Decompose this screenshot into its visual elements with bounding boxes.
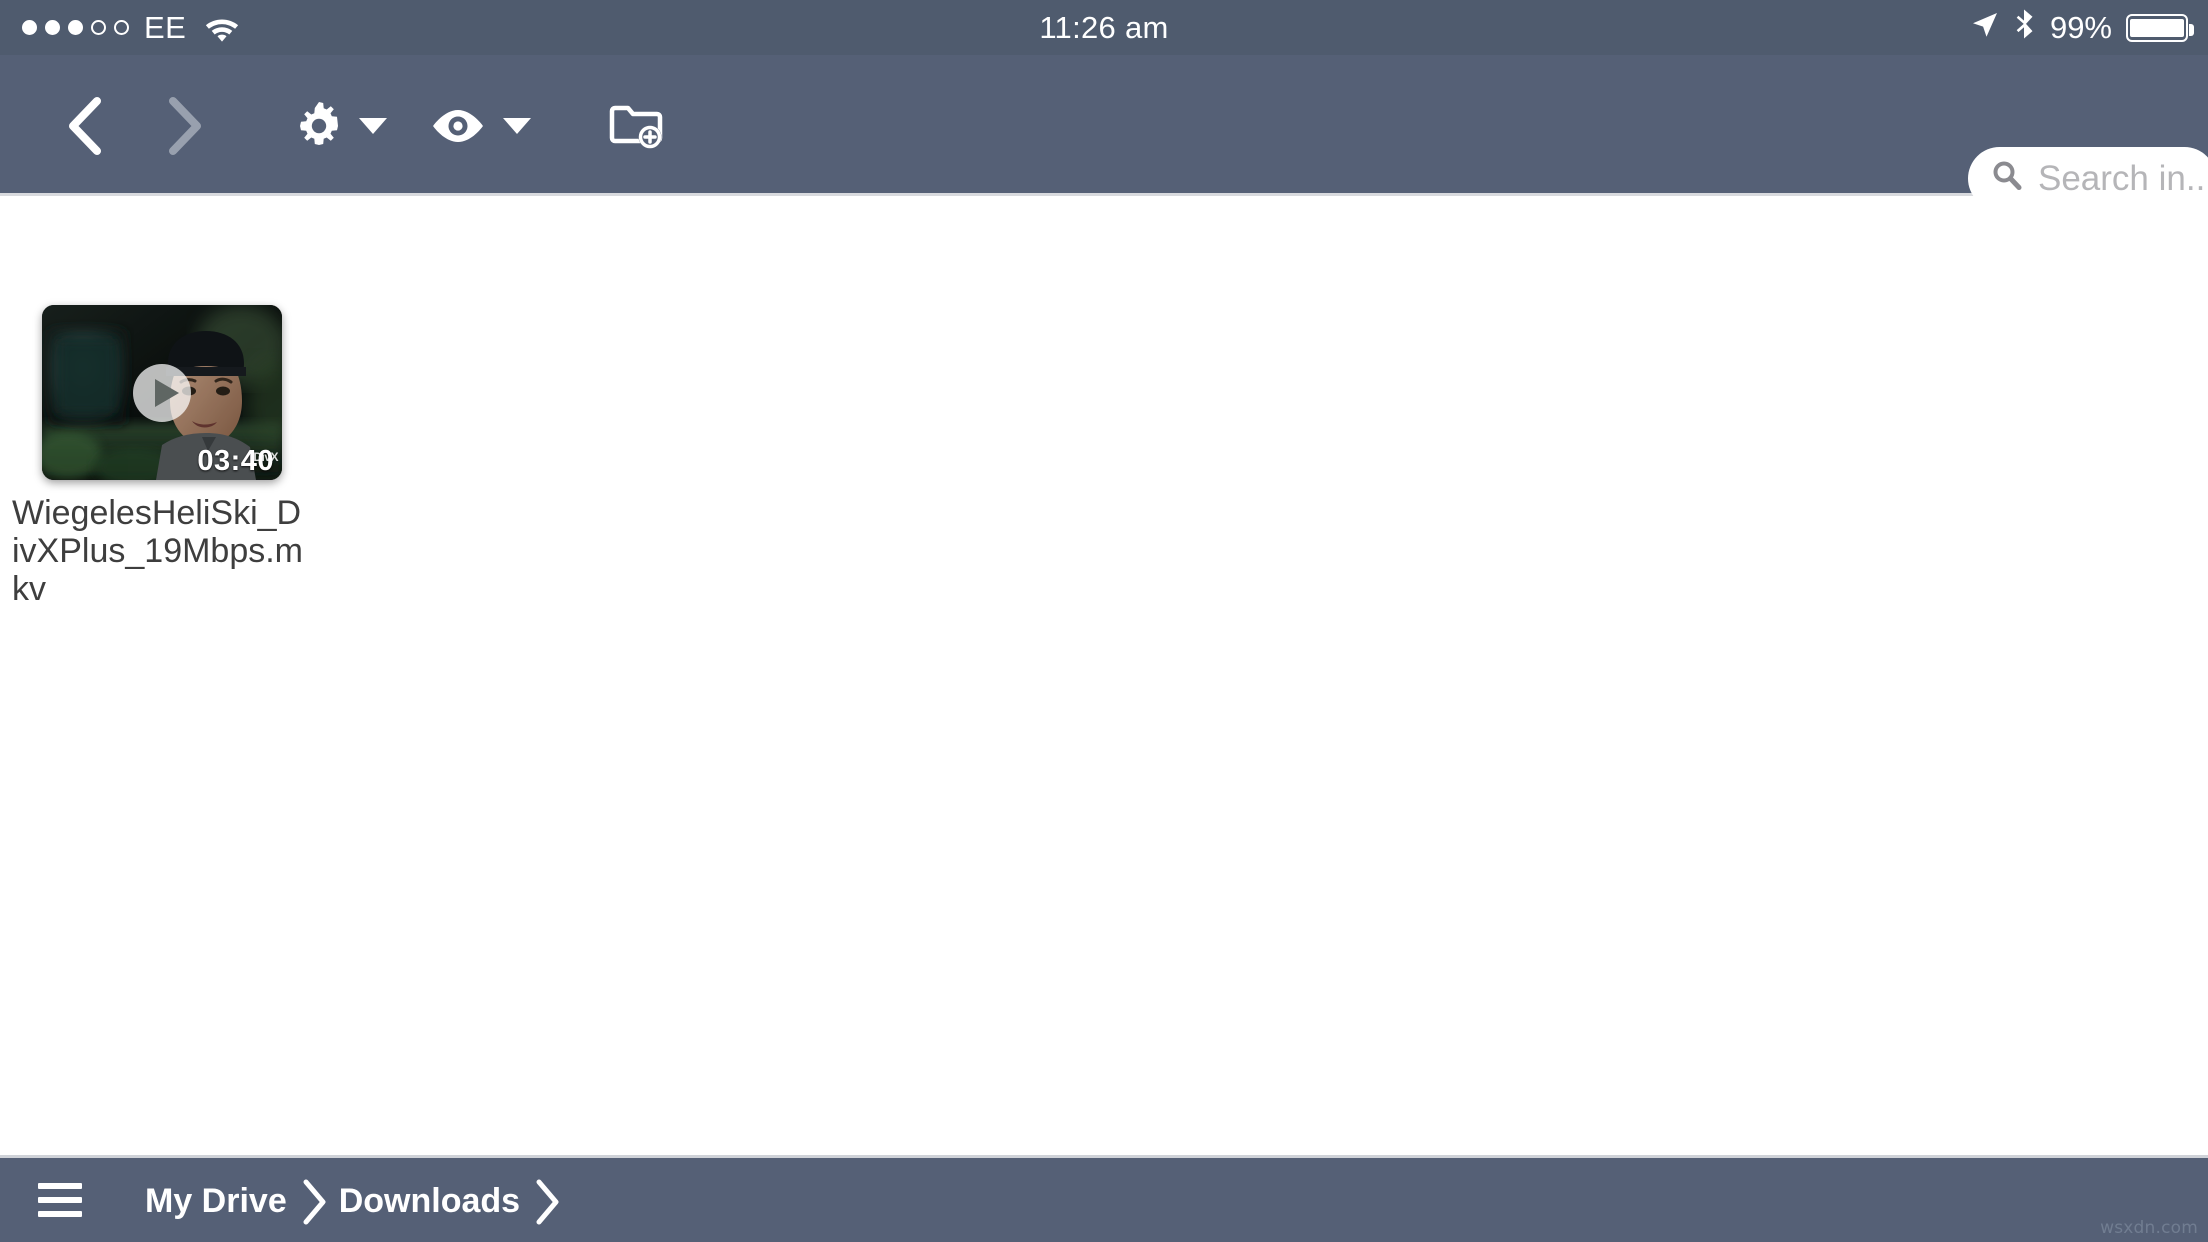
settings-dropdown-caret[interactable] xyxy=(359,117,387,134)
status-bar-right: 99% xyxy=(1970,0,2194,55)
bottom-bar: My Drive Downloads wsxdn.com xyxy=(0,1155,2208,1242)
file-name-label: WiegelesHeliSki_DivXPlus_19Mbps.mkv xyxy=(12,494,304,609)
gear-icon xyxy=(300,101,338,145)
bluetooth-icon xyxy=(2014,8,2036,47)
view-options-button[interactable] xyxy=(420,55,540,196)
location-arrow-icon xyxy=(1970,10,2000,45)
play-icon[interactable] xyxy=(131,362,193,424)
battery-icon xyxy=(2126,13,2194,42)
chevron-left-icon xyxy=(69,96,101,155)
file-item[interactable]: DivX 03:40 WiegelesHeliSki_DivXPlus_19Mb… xyxy=(8,305,328,608)
view-dropdown-caret[interactable] xyxy=(503,117,531,134)
forward-button[interactable] xyxy=(148,55,218,196)
breadcrumb: My Drive Downloads xyxy=(145,1158,572,1242)
back-button[interactable] xyxy=(48,55,118,196)
status-bar-clock: 11:26 am xyxy=(0,0,2208,55)
video-thumbnail[interactable]: DivX 03:40 xyxy=(42,305,282,480)
breadcrumb-separator-icon xyxy=(301,1179,327,1225)
search-icon xyxy=(1990,159,2024,198)
new-folder-icon xyxy=(609,105,663,148)
file-browser-app: EE 11:26 am 99% Search in... DivX 03:40 … xyxy=(0,0,2208,1242)
eye-icon xyxy=(433,109,483,142)
new-folder-button[interactable] xyxy=(592,55,682,196)
settings-button[interactable] xyxy=(286,55,396,196)
status-bar: EE 11:26 am 99% xyxy=(0,0,2208,55)
toolbar xyxy=(0,55,2208,210)
file-list-area: DivX 03:40 WiegelesHeliSki_DivXPlus_19Mb… xyxy=(0,199,2208,1155)
site-watermark: wsxdn.com xyxy=(2100,1218,2198,1238)
battery-percent-label: 99% xyxy=(2049,9,2112,45)
hamburger-menu-icon[interactable] xyxy=(38,1175,82,1225)
breadcrumb-separator-icon-2 xyxy=(534,1179,560,1225)
divx-badge: DivX xyxy=(253,450,278,464)
breadcrumb-item-my-drive[interactable]: My Drive xyxy=(145,1182,287,1221)
clock-label: 11:26 am xyxy=(1039,9,1169,45)
search-input[interactable] xyxy=(2038,158,2208,199)
breadcrumb-item-downloads[interactable]: Downloads xyxy=(339,1182,520,1221)
chevron-right-icon xyxy=(169,96,201,155)
